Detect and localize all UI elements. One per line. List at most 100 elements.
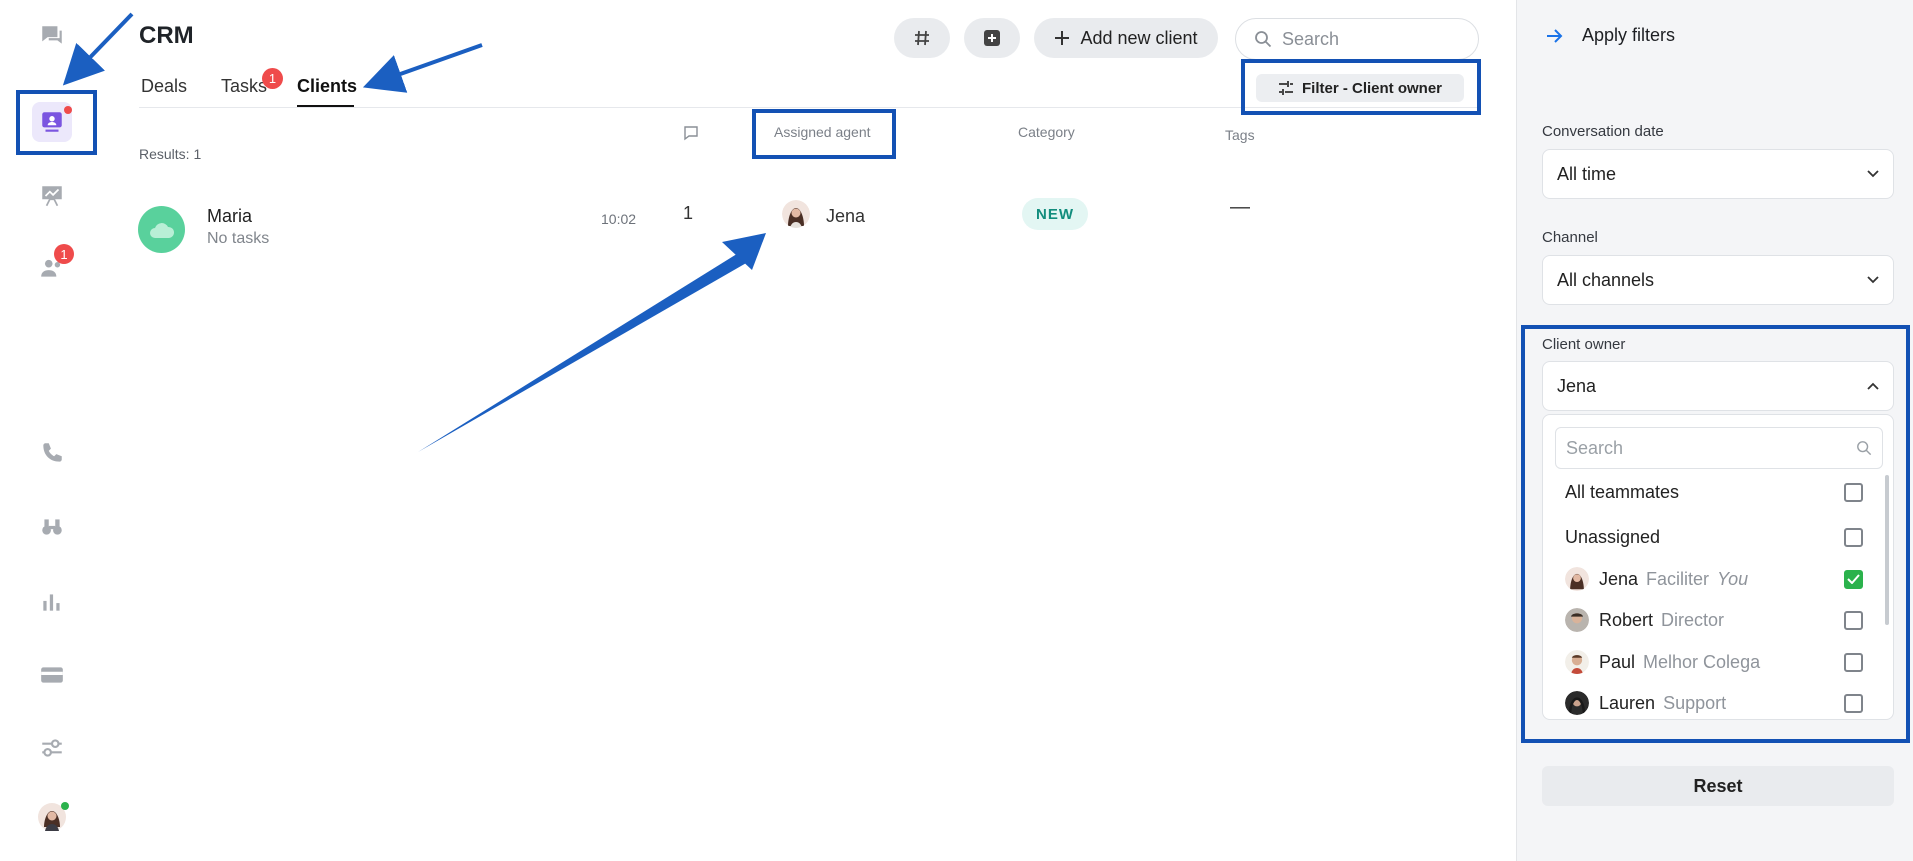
tab-tasks[interactable]: Tasks <box>221 76 267 97</box>
col-tags[interactable]: Tags <box>1225 127 1255 143</box>
chat-icon[interactable] <box>32 16 72 56</box>
channel-value: All channels <box>1557 269 1655 290</box>
client-owner-value: Jena <box>1557 375 1597 396</box>
cloud-icon <box>149 222 174 238</box>
checkbox[interactable] <box>1844 693 1863 713</box>
apply-filters-title: Apply filters <box>1582 25 1676 45</box>
online-dot <box>61 802 69 810</box>
option-label: Lauren <box>1599 692 1656 713</box>
sidebar: 1 <box>0 0 105 861</box>
col-assigned-agent[interactable]: Assigned agent <box>774 124 871 140</box>
arrow-to-agent-head <box>722 233 766 270</box>
channel-label: Channel <box>1542 229 1598 246</box>
option-label: Unassigned <box>1565 526 1661 547</box>
tags-empty: — <box>1230 196 1250 218</box>
conversation-date-label: Conversation date <box>1542 123 1664 140</box>
hash-button[interactable] <box>894 18 950 58</box>
tab-deals[interactable]: Deals <box>141 76 187 97</box>
chevron-down-icon <box>1867 276 1879 284</box>
binoculars-icon[interactable] <box>32 507 72 547</box>
checkbox[interactable] <box>1844 527 1863 547</box>
arrow-right-icon <box>1547 28 1563 43</box>
tasks-badge: 1 <box>262 68 283 89</box>
agent-avatar <box>782 200 810 228</box>
option-role: Melhor Colega <box>1643 651 1761 672</box>
check-icon <box>1847 574 1860 584</box>
hash-icon <box>915 30 929 46</box>
crm-icon[interactable] <box>32 102 72 142</box>
option-role: Director <box>1661 609 1725 630</box>
dropdown-search-input[interactable]: Search <box>1555 427 1883 469</box>
phone-icon[interactable] <box>32 433 72 473</box>
client-owner-label: Client owner <box>1542 336 1626 353</box>
apply-filters-header[interactable]: Apply filters <box>1546 25 1675 46</box>
add-item-button[interactable] <box>964 18 1020 58</box>
plus-icon <box>1055 31 1070 45</box>
client-tasks: No tasks <box>207 230 270 247</box>
arrow-to-clients <box>362 43 483 93</box>
filter-sliders-icon <box>1278 81 1293 95</box>
filter-client-owner-chip[interactable]: Filter - Client owner <box>1256 74 1464 102</box>
search-icon <box>1857 441 1872 456</box>
card-icon[interactable] <box>32 655 72 695</box>
option-robert[interactable]: Robert Director <box>1565 605 1873 635</box>
page-title: CRM <box>139 22 194 49</box>
checkbox[interactable] <box>1844 482 1863 502</box>
checkbox[interactable] <box>1844 610 1863 630</box>
add-new-client-button[interactable]: Add new client <box>1034 18 1218 58</box>
results-count: Results: 1 <box>139 146 202 162</box>
client-avatar <box>138 206 185 253</box>
search-icon <box>1255 31 1272 48</box>
notification-dot <box>64 106 72 114</box>
conversation-date-select[interactable]: All time <box>1542 149 1894 199</box>
search-placeholder: Search <box>1282 28 1340 49</box>
option-all-teammates[interactable]: All teammates <box>1565 477 1873 507</box>
checkbox-checked[interactable] <box>1844 569 1863 589</box>
option-label: Robert <box>1599 609 1654 630</box>
reset-button[interactable]: Reset <box>1542 766 1894 806</box>
paul-avatar <box>1565 650 1589 674</box>
sliders-icon[interactable] <box>32 728 72 768</box>
jena-avatar <box>1565 567 1589 591</box>
message-count: 1 <box>683 203 694 223</box>
avatar[interactable] <box>32 797 72 837</box>
tab-clients[interactable]: Clients <box>297 76 357 97</box>
checkbox[interactable] <box>1844 652 1863 672</box>
search-input[interactable]: Search <box>1235 18 1479 60</box>
option-you: You <box>1717 568 1749 589</box>
client-owner-select[interactable]: Jena <box>1542 361 1894 411</box>
plus-square-icon <box>984 30 1000 46</box>
filter-chip-label: Filter - Client owner <box>1301 79 1442 97</box>
lauren-avatar <box>1565 691 1589 715</box>
dropdown-scrollbar[interactable] <box>1885 475 1889 625</box>
option-unassigned[interactable]: Unassigned <box>1565 522 1873 552</box>
option-label: Jena <box>1599 568 1639 589</box>
add-new-client-label: Add new client <box>1080 27 1198 48</box>
arrow-to-agent <box>418 252 748 452</box>
category-badge: NEW <box>1022 198 1088 230</box>
option-label: Paul <box>1599 651 1636 672</box>
client-time: 10:02 <box>601 211 637 227</box>
chevron-up-icon <box>1867 382 1879 390</box>
option-label: All teammates <box>1565 481 1680 502</box>
message-icon <box>684 126 698 141</box>
col-category[interactable]: Category <box>1018 124 1075 140</box>
bar-chart-icon[interactable] <box>32 582 72 622</box>
agent-name: Jena <box>826 206 866 226</box>
dropdown-search-placeholder: Search <box>1566 437 1624 458</box>
option-paul[interactable]: Paul Melhor Colega <box>1565 647 1873 677</box>
client-name[interactable]: Maria <box>207 206 252 227</box>
conversation-date-value: All time <box>1557 163 1617 184</box>
chevron-down-icon <box>1867 170 1879 178</box>
option-role: Support <box>1663 692 1727 713</box>
robert-avatar <box>1565 608 1589 632</box>
option-role: Faciliter <box>1646 568 1710 589</box>
crm-app: 1 CRM Deals Tasks 1 Clients Add new clie… <box>0 0 1913 861</box>
option-lauren[interactable]: Lauren Support <box>1565 688 1873 718</box>
channel-select[interactable]: All channels <box>1542 255 1894 305</box>
people-icon[interactable]: 1 <box>32 244 74 288</box>
option-jena[interactable]: Jena Faciliter You <box>1565 564 1873 594</box>
people-badge: 1 <box>54 244 74 264</box>
board-icon[interactable] <box>32 176 72 216</box>
client-owner-dropdown: Search All teammates Unassigned Jena Fac… <box>1542 414 1894 720</box>
